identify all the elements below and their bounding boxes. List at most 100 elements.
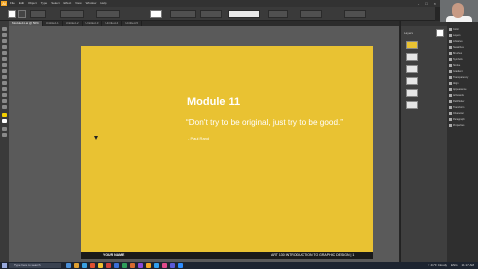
eraser-tool-icon[interactable] [2,81,7,85]
panel-title[interactable]: Layers [404,31,413,35]
dock-item-layers[interactable]: Layers [449,33,461,38]
dock-item-properties[interactable]: Properties [449,123,464,128]
menu-help[interactable]: Help [100,0,106,7]
menu-window[interactable]: Window [86,0,97,7]
paintbrush-tool-icon[interactable] [2,69,7,73]
taskbar: Type here to search ↑ 41°F Cloudy ENG 11… [0,262,478,269]
layer-thumbnail[interactable] [406,101,418,109]
dock-item-libraries[interactable]: Libraries [449,39,463,44]
dock-item-stroke[interactable]: Stroke [449,63,460,68]
character-icon [449,112,452,115]
canvas-workspace[interactable]: Module 11 “Don’t try to be original, jus… [9,26,399,262]
language-indicator[interactable]: ENG [451,262,458,269]
style-swatch[interactable] [150,10,162,18]
document-setup-field[interactable] [228,10,260,18]
dock-item-brushes[interactable]: Brushes [449,51,462,56]
width-tool-icon[interactable] [2,99,7,103]
dock-item-swatches[interactable]: Swatches [449,45,464,50]
dock-item-symbols[interactable]: Symbols [449,57,463,62]
windows-start-icon[interactable] [2,263,7,268]
dock-item-appearance[interactable]: Appearance [449,87,466,92]
file-explorer-icon[interactable] [74,263,79,268]
teams-icon[interactable] [170,263,175,268]
task-view-icon[interactable] [66,263,71,268]
align-field[interactable] [300,10,322,18]
menu-type[interactable]: Type [41,0,48,7]
indesign-icon[interactable] [162,263,167,268]
footer-name: YOUR NAME [103,253,125,257]
app-icon[interactable] [106,263,111,268]
dock-item-transparency[interactable]: Transparency [449,75,468,80]
draw-mode-icon[interactable] [2,127,7,131]
chrome-icon[interactable] [98,263,103,268]
close-button[interactable]: × [434,0,436,7]
preferences-field[interactable] [268,10,288,18]
layer-thumbnail[interactable] [406,65,418,73]
taskbar-search-box[interactable]: Type here to search [9,263,61,268]
selection-tool-icon[interactable] [2,27,7,31]
menu-select[interactable]: Select [51,0,59,7]
magic-wand-tool-icon[interactable] [2,39,7,43]
style-field[interactable] [200,10,222,18]
illustrator-icon[interactable] [146,263,151,268]
layer-thumbnail[interactable] [406,77,418,85]
scale-tool-icon[interactable] [2,93,7,97]
dock-item-paragraph[interactable]: Paragraph [449,117,465,122]
menu-effect[interactable]: Effect [64,0,72,7]
pathfinder-icon [449,100,452,103]
powerpoint-icon[interactable] [130,263,135,268]
dock-item-artboards[interactable]: Artboards [449,93,464,98]
control-bar [0,7,435,21]
direct-selection-tool-icon[interactable] [2,33,7,37]
layer-thumbnail[interactable] [406,41,418,49]
layer-thumbnail[interactable] [406,53,418,61]
artboard-footer: YOUR NAME ART 130 INTRODUCTION TO GRAPHI… [81,252,373,259]
excel-icon[interactable] [122,263,127,268]
screen-mode-icon[interactable] [2,133,7,137]
app-logo: Ai [1,1,7,6]
app-icon[interactable] [90,263,95,268]
line-tool-icon[interactable] [2,57,7,61]
edge-icon[interactable] [82,263,87,268]
type-tool-icon[interactable] [2,51,7,55]
pen-tool-icon[interactable] [2,45,7,49]
paragraph-icon [449,118,452,121]
shape-builder-tool-icon[interactable] [2,105,7,109]
pencil-tool-icon[interactable] [2,75,7,79]
minimize-button[interactable]: - [418,0,419,7]
menu-file[interactable]: File [10,0,15,7]
rotate-tool-icon[interactable] [2,87,7,91]
opacity-field[interactable] [170,10,196,18]
rectangle-tool-icon[interactable] [2,63,7,67]
fill-swatch[interactable] [8,10,16,18]
zoom-icon[interactable] [178,263,183,268]
panel-color-swatch[interactable] [436,29,444,37]
stroke-weight-field[interactable] [30,10,46,18]
layer-thumbnail[interactable] [406,89,418,97]
brush-field[interactable] [96,10,120,18]
menu-object[interactable]: Object [28,0,37,7]
taskbar-search-placeholder: Type here to search [14,263,41,267]
menu-bar: Ai File Edit Object Type Select Effect V… [0,0,478,7]
clock[interactable]: 11:17 AM [462,262,474,269]
menu-view[interactable]: View [75,0,81,7]
app-icon[interactable] [138,263,143,268]
transform-field[interactable] [344,10,366,18]
dock-item-align[interactable]: Align [449,81,459,86]
stroke-swatch[interactable] [18,10,26,18]
dock-item-pathfinder[interactable]: Pathfinder [449,99,464,104]
photoshop-icon[interactable] [154,263,159,268]
maximize-button[interactable]: □ [425,0,427,7]
fill-color-icon[interactable] [2,113,7,117]
dock-item-character[interactable]: Character [449,111,464,116]
word-icon[interactable] [114,263,119,268]
artboard[interactable]: Module 11 “Don’t try to be original, jus… [81,46,373,259]
menu-edit[interactable]: Edit [19,0,24,7]
dock-item-color[interactable]: Color [449,27,459,32]
weather-status[interactable]: ↑ 41°F Cloudy [428,262,447,269]
stroke-color-icon[interactable] [2,119,7,123]
dock-item-transform[interactable]: Transform [449,105,464,110]
swatches-icon [449,46,452,49]
dock-item-gradient[interactable]: Gradient [449,69,463,74]
variable-width-field[interactable] [60,10,84,18]
